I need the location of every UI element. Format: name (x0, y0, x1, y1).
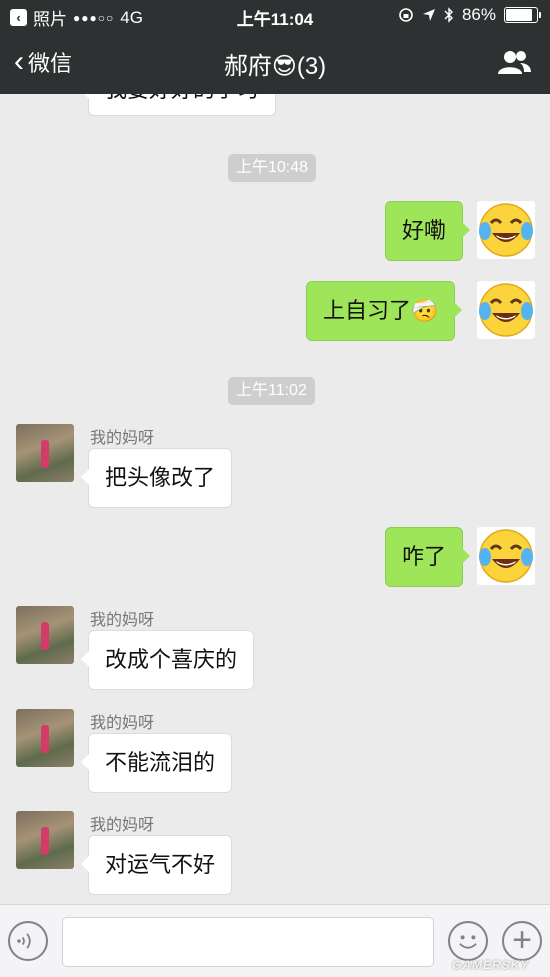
plus-icon[interactable]: + (502, 921, 542, 961)
sender-name: 我的妈呀 (90, 612, 155, 629)
tears-of-joy-emoji-icon[interactable] (477, 201, 535, 259)
outgoing-message[interactable]: 好嘞 (385, 201, 471, 261)
incoming-message[interactable]: 把头像改了 (80, 448, 233, 508)
battery-fill (506, 9, 532, 21)
sender-name: 我的妈呀 (90, 715, 155, 732)
top-bar: ‹ 照片 ●●●○○ 4G 上午11:04 86% ‹ 微信 郝府😎(3) (0, 0, 550, 94)
tears-of-joy-emoji-icon[interactable] (477, 527, 535, 585)
message-text: 不能流泪的 (105, 750, 216, 775)
chat-title: 郝府😎(3) (0, 46, 550, 81)
avatar[interactable] (16, 606, 74, 664)
incoming-message[interactable]: 改成个喜庆的 (80, 630, 255, 690)
outgoing-message[interactable]: 咋了 (385, 527, 471, 587)
message-text: 好嘞 (402, 218, 447, 243)
people-icon[interactable] (496, 48, 532, 76)
location-icon (422, 9, 435, 21)
message-input[interactable] (62, 917, 434, 967)
battery-percent: 86% (461, 5, 496, 24)
emoji-icon[interactable] (448, 921, 488, 961)
outgoing-message[interactable]: 上自习了🤕 (306, 281, 463, 341)
rotation-lock-icon (399, 8, 413, 22)
incoming-message[interactable]: 不能流泪的 (80, 733, 233, 793)
sender-name: 我的妈呀 (90, 817, 155, 834)
status-bar: ‹ 照片 ●●●○○ 4G 上午11:04 86% (0, 0, 550, 30)
avatar[interactable] (16, 709, 74, 767)
bandage-face-emoji: 🤕 (411, 298, 439, 323)
timestamp: 上午10:48 (228, 154, 317, 182)
message-text: 把头像改了 (105, 465, 216, 490)
message-text: 上自习了 (323, 298, 412, 323)
message-text: 对运气不好 (105, 852, 216, 877)
sunglasses-emoji: 😎 (271, 53, 297, 80)
tears-of-joy-emoji-icon[interactable] (477, 281, 535, 339)
status-right: 86% (398, 5, 541, 25)
message-text: 咋了 (402, 544, 447, 569)
avatar[interactable] (16, 424, 74, 482)
watermark: GAMERSKY (452, 958, 530, 972)
message-text: 改成个喜庆的 (105, 647, 238, 672)
chat-title-text: 郝府 (223, 53, 272, 80)
battery-icon (504, 7, 541, 23)
bluetooth-icon (444, 7, 453, 23)
sender-name: 我的妈呀 (90, 430, 155, 447)
avatar[interactable] (16, 811, 74, 869)
timestamp: 上午11:02 (228, 377, 315, 405)
incoming-message[interactable]: 对运气不好 (80, 835, 233, 895)
member-count: (3) (296, 53, 327, 80)
voice-icon[interactable] (8, 921, 48, 961)
